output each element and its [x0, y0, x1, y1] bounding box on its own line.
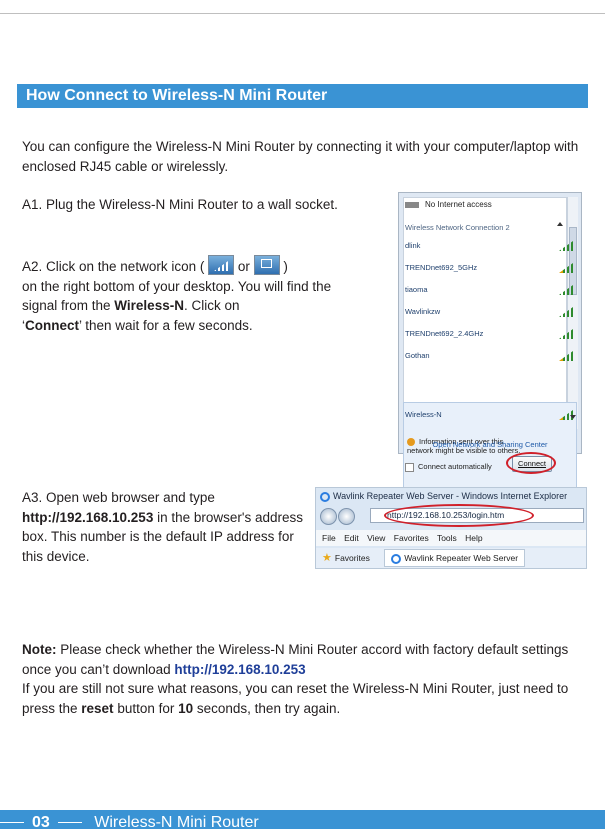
page-number: 03 [32, 814, 50, 831]
menu-edit[interactable]: Edit [344, 533, 359, 543]
signal-strength-icon [559, 285, 573, 295]
note-paragraph: Note: Please check whether the Wireless-… [22, 640, 592, 718]
browser-tab[interactable]: Wavlink Repeater Web Server [384, 549, 526, 567]
network-name: Wavlinkzw [405, 307, 441, 316]
ie-logo-icon [391, 553, 402, 564]
step-a2-close: ) [283, 259, 288, 274]
network-item[interactable]: tiaoma [405, 281, 575, 298]
network-name: TRENDnet692_2.4GHz [405, 329, 484, 338]
network-item[interactable]: TRENDnet692_2.4GHz [405, 325, 575, 342]
network-item[interactable]: Gothan [405, 347, 575, 364]
network-item[interactable]: Wavlinkzw [405, 303, 575, 320]
back-icon[interactable] [320, 508, 337, 525]
connect-automatically-label: Connect automatically [418, 462, 492, 471]
step-a3-text: A3. Open web browser and type [22, 490, 215, 505]
ssid-name: Wireless-N [114, 298, 184, 313]
signal-strength-icon [559, 329, 573, 339]
default-ip: http://192.168.10.253 [22, 509, 154, 525]
top-rule [0, 13, 605, 14]
network-name: tiaoma [405, 285, 428, 294]
menu-tools[interactable]: Tools [437, 533, 457, 543]
intro-paragraph: You can configure the Wireless-N Mini Ro… [22, 139, 579, 174]
note-text: button for [113, 700, 179, 716]
step-a2-text: ’ then wait for a few seconds. [79, 317, 253, 333]
step-a3: A3. Open web browser and type http://192… [22, 488, 307, 566]
network-item[interactable]: dlink [405, 237, 575, 254]
note-label: Note: [22, 642, 57, 657]
connect-word: Connect [25, 317, 79, 333]
footer-rule-left [0, 822, 24, 824]
network-category: Wireless Network Connection 2 [405, 223, 510, 232]
signal-strength-icon [559, 307, 573, 317]
step-a2-or: or [237, 259, 250, 274]
wifi-network-popup: No Internet access Wireless Network Conn… [398, 192, 582, 490]
favorites-star-icon: ★ [322, 552, 332, 564]
signal-strength-icon [559, 351, 573, 361]
connection-status: No Internet access [405, 200, 492, 209]
menu-file[interactable]: File [322, 533, 336, 543]
browser-title-text: Wavlink Repeater Web Server - Windows In… [333, 491, 568, 501]
page-footer: 03 Wireless-N Mini Router [0, 810, 605, 831]
note-text: seconds, then try again. [193, 700, 341, 716]
network-name: Wireless-N [405, 410, 442, 419]
signal-strength-icon [559, 263, 573, 273]
network-item[interactable]: TRENDnet692_5GHz [405, 259, 575, 276]
footer-rule-right [57, 822, 82, 824]
network-signal-icon [208, 255, 235, 275]
reset-word: reset [81, 700, 114, 716]
menu-favorites[interactable]: Favorites [394, 533, 429, 543]
network-name: TRENDnet692_5GHz [405, 263, 478, 272]
favorites-bar: ★ Favorites Wavlink Repeater Web Server [316, 548, 586, 568]
connect-automatically-checkbox[interactable] [405, 462, 414, 472]
chevron-down-icon[interactable] [570, 415, 576, 419]
connect-highlight-ring [506, 452, 556, 474]
network-status-icon [405, 201, 419, 208]
section-title: How Connect to Wireless-N Mini Router [17, 84, 588, 108]
note-url: http://192.168.10.253 [174, 661, 306, 677]
network-computer-icon [253, 255, 280, 275]
step-a2-text: A2. Click on the network icon ( [22, 259, 205, 274]
network-name: Gothan [405, 351, 430, 360]
address-highlight-ring [384, 504, 534, 527]
network-name: dlink [405, 241, 421, 250]
signal-strength-icon [559, 241, 573, 251]
favorites-button[interactable]: Favorites [335, 553, 370, 563]
reset-seconds: 10 [178, 700, 194, 716]
network-item-selected[interactable]: Wireless-N [405, 406, 575, 423]
step-a2: A2. Click on the network icon ( or ) on … [22, 255, 352, 335]
network-sharing-center-link[interactable]: Open Network and Sharing Center [399, 440, 581, 449]
chevron-up-icon[interactable] [557, 222, 563, 226]
forward-icon[interactable] [338, 508, 355, 525]
step-a2-text: . Click on [183, 298, 240, 313]
browser-tab-label: Wavlink Repeater Web Server [404, 553, 519, 563]
menu-help[interactable]: Help [465, 533, 482, 543]
browser-menu-bar: File Edit View Favorites Tools Help [316, 530, 586, 546]
footer-title: Wireless-N Mini Router [94, 814, 259, 831]
connect-automatically-option[interactable]: Connect automatically [405, 462, 492, 472]
browser-window: Wavlink Repeater Web Server - Windows In… [315, 487, 587, 569]
browser-nav-buttons [320, 508, 356, 525]
connection-status-text: No Internet access [425, 200, 492, 209]
browser-title: Wavlink Repeater Web Server - Windows In… [320, 491, 567, 502]
menu-view[interactable]: View [367, 533, 385, 543]
ie-logo-icon [320, 491, 330, 502]
